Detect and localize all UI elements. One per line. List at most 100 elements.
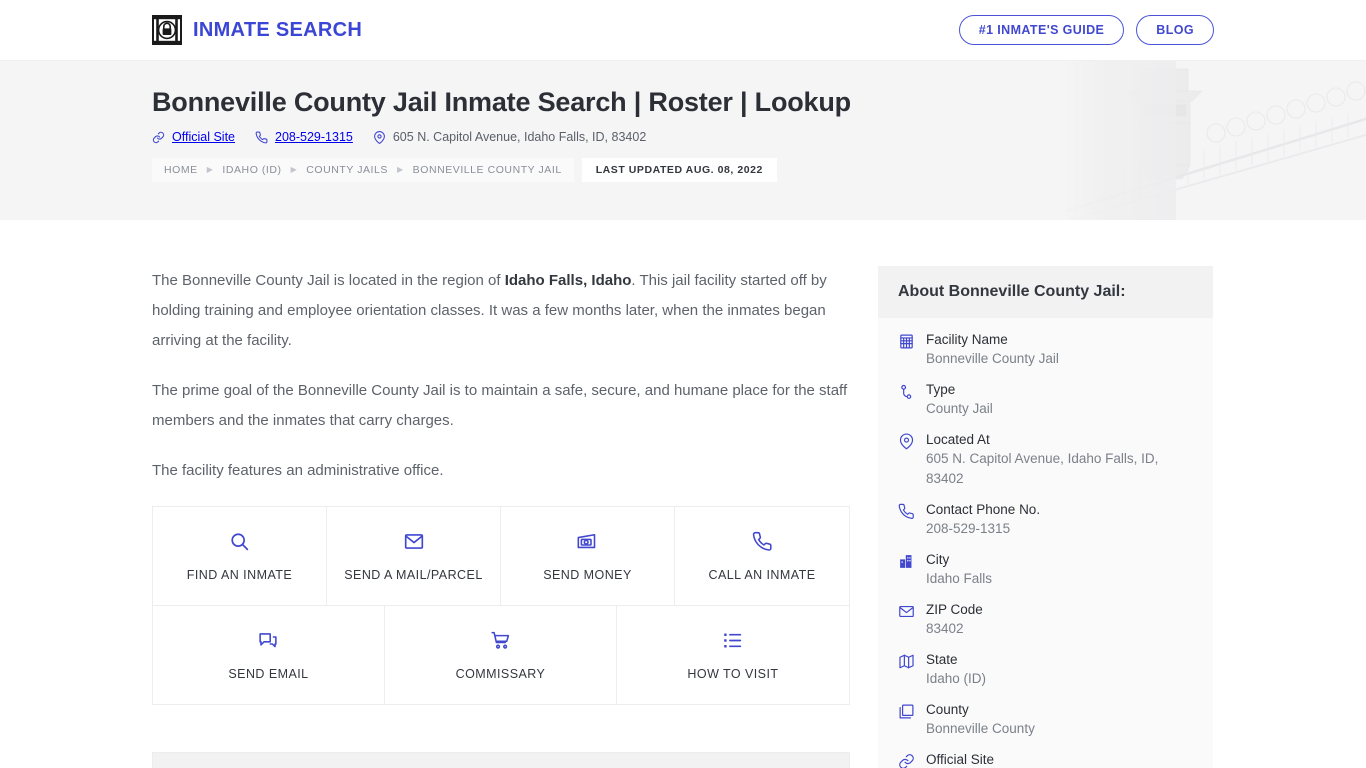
article-column: The Bonneville County Jail is located in… [152, 220, 850, 768]
chevron-right-icon: ▶ [290, 165, 298, 175]
action-how-to-visit[interactable]: HOW TO VISIT [616, 606, 849, 705]
about-fact-text: Type County Jail [926, 380, 993, 419]
about-fact-value: Bonneville County Jail [926, 351, 1059, 366]
emphasis: Idaho Falls, Idaho [504, 272, 632, 289]
paragraph-2: The prime goal of the Bonneville County … [152, 382, 848, 429]
action-send-money[interactable]: SEND MONEY [501, 507, 675, 606]
main-content: The Bonneville County Jail is located in… [0, 220, 1366, 768]
hero-section: Bonneville County Jail Inmate Search | R… [0, 60, 1366, 220]
about-fact-type: Type County Jail [898, 380, 1193, 419]
breadcrumb-item-idaho[interactable]: IDAHO (ID) [222, 164, 281, 176]
about-fact-label: Type [926, 382, 956, 397]
link-icon [152, 131, 165, 143]
type-node-icon [898, 383, 915, 400]
about-fact-label: State [926, 652, 958, 667]
action-send-email[interactable]: SEND EMAIL [153, 606, 385, 705]
about-fact-label: Official Site [926, 752, 995, 767]
about-fact-state: State Idaho (ID) [898, 650, 1193, 689]
map-folded-icon [898, 653, 915, 670]
address-item: 605 N. Capitol Avenue, Idaho Falls, ID, … [373, 130, 646, 144]
about-fact-value: County Jail [926, 401, 993, 416]
action-send-a-mail-parcel[interactable]: SEND A MAIL/PARCEL [327, 507, 501, 606]
action-grid-row-2: SEND EMAIL COMMISSARY HOW TO VISIT [153, 606, 849, 705]
breadcrumb: HOME ▶ IDAHO (ID) ▶ COUNTY JAILS ▶ BONNE… [152, 158, 1214, 183]
action-find-an-inmate[interactable]: FIND AN INMATE [153, 507, 327, 606]
money-icon [576, 531, 599, 553]
action-label: FIND AN INMATE [186, 567, 293, 582]
link-icon [898, 753, 915, 768]
about-fact-label: Located At [926, 432, 990, 447]
about-fact-text: Located At 605 N. Capitol Avenue, Idaho F… [926, 430, 1193, 489]
city-icon [898, 553, 915, 570]
about-fact-value: 605 N. Capitol Avenue, Idaho Falls, ID, … [926, 451, 1159, 486]
breadcrumb-item-current: BONNEVILLE COUNTY JAIL [412, 164, 562, 177]
page-title: Bonneville County Jail Inmate Search | R… [152, 87, 851, 117]
action-label: SEND EMAIL [228, 666, 309, 681]
about-fact-text: State Idaho (ID) [926, 650, 986, 689]
envelope-icon [403, 531, 425, 553]
paragraph-1: The Bonneville County Jail is located in… [152, 272, 827, 349]
action-label: SEND MONEY [543, 567, 632, 582]
official-site-link[interactable]: Official Site [152, 130, 235, 144]
last-updated-badge: LAST UPDATED AUG. 08, 2022 [581, 158, 777, 183]
below-grid-panel [152, 752, 850, 768]
about-fact-value: 83402 [926, 621, 964, 636]
search-icon [229, 531, 250, 553]
jail-lock-icon [152, 15, 182, 45]
about-fact-text: Facility Name Bonneville County Jail [926, 330, 1059, 369]
address-text: 605 N. Capitol Avenue, Idaho Falls, ID, … [392, 130, 647, 145]
about-fact-city: City Idaho Falls [898, 550, 1193, 589]
about-fact-value: Idaho Falls [926, 571, 993, 586]
map-pin-icon [898, 433, 915, 450]
about-panel-heading: About Bonneville County Jail: [878, 266, 1213, 318]
building-grid-icon [898, 333, 915, 350]
chat-icon [257, 630, 279, 652]
about-fact-text: City Idaho Falls [926, 550, 992, 589]
sidebar-column: About Bonneville County Jail: Facility N… [878, 220, 1213, 768]
about-fact-label: City [926, 552, 950, 567]
brand-name: INMATE SEARCH [193, 18, 363, 41]
hero-meta: Official Site 208-529-1315 605 N. Capito… [152, 130, 1214, 144]
about-fact-facility-name: Facility Name Bonneville County Jail [898, 330, 1193, 369]
action-grid: FIND AN INMATE SEND A MAIL/PARCEL SEND M… [152, 506, 850, 705]
about-fact-label: Facility Name [926, 332, 1008, 347]
about-fact-located-at: Located At 605 N. Capitol Avenue, Idaho F… [898, 430, 1193, 489]
official-site-text: Official Site [172, 130, 235, 145]
action-call-an-inmate[interactable]: CALL AN INMATE [675, 507, 849, 606]
chevron-right-icon: ▶ [206, 165, 214, 175]
action-label: SEND A MAIL/PARCEL [344, 567, 483, 582]
about-fact-value: 208-529-1315 [926, 521, 1011, 536]
cart-icon [490, 630, 511, 652]
top-nav-actions: #1 INMATE'S GUIDE BLOG [958, 14, 1214, 46]
about-fact-contact-phone-no: Contact Phone No. 208-529-1315 [898, 500, 1193, 539]
about-fact-text: Contact Phone No. 208-529-1315 [926, 500, 1040, 539]
action-label: COMMISSARY [455, 666, 546, 681]
about-fact-value: Bonneville County [926, 721, 1035, 736]
about-fact-text: Official Site [926, 750, 994, 768]
about-fact-text: County Bonneville County [926, 700, 1035, 739]
top-navigation-bar: INMATE SEARCH #1 INMATE'S GUIDE BLOG [0, 0, 1366, 60]
about-fact-text: ZIP Code 83402 [926, 600, 983, 639]
phone-text: 208-529-1315 [275, 130, 353, 145]
phone-icon [752, 531, 773, 553]
action-label: CALL AN INMATE [708, 567, 816, 582]
action-grid-row-1: FIND AN INMATE SEND A MAIL/PARCEL SEND M… [153, 507, 849, 606]
list-icon [722, 630, 743, 652]
blog-button[interactable]: BLOG [1136, 14, 1214, 46]
inmates-guide-button[interactable]: #1 INMATE'S GUIDE [958, 14, 1125, 46]
phone-icon [255, 131, 268, 143]
map-pin-icon [373, 130, 385, 144]
about-panel: About Bonneville County Jail: Facility N… [878, 266, 1213, 768]
paragraph-3: The facility features an administrative … [152, 462, 444, 479]
action-commissary[interactable]: COMMISSARY [384, 606, 617, 705]
about-fact-label: County [926, 702, 969, 717]
breadcrumb-item-home[interactable]: HOME [164, 164, 198, 176]
brand-logo-link[interactable]: INMATE SEARCH [152, 15, 362, 45]
about-fact-county: County Bonneville County [898, 700, 1193, 739]
breadcrumb-item-county-jails[interactable]: COUNTY JAILS [306, 164, 388, 176]
action-label: HOW TO VISIT [687, 666, 779, 681]
phone-icon [898, 503, 915, 520]
envelope-icon [898, 603, 915, 620]
phone-link[interactable]: 208-529-1315 [255, 130, 353, 144]
about-panel-facts: Facility Name Bonneville County Jail Type C… [878, 318, 1213, 768]
